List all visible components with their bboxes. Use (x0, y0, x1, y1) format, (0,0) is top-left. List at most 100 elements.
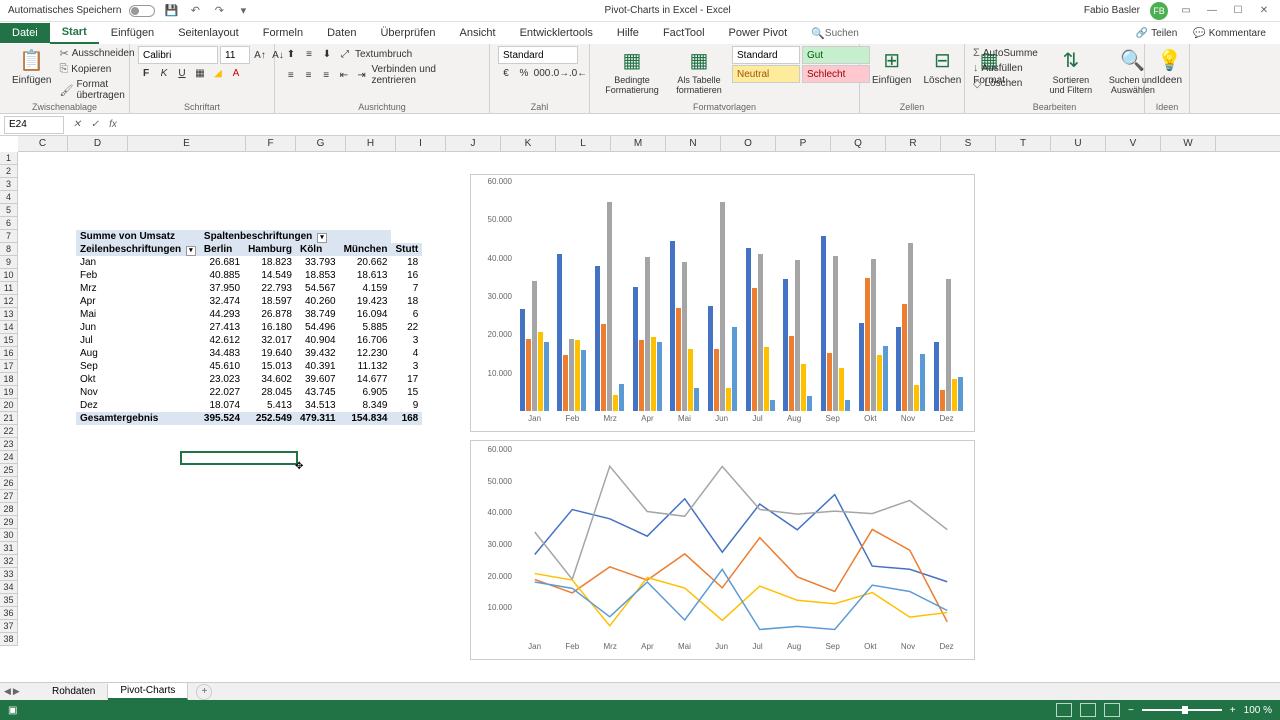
cancel-formula-icon[interactable]: ✕ (68, 116, 86, 134)
bar[interactable] (544, 342, 549, 411)
row-header[interactable]: 14 (0, 321, 18, 334)
align-bottom-icon[interactable]: ⬇ (319, 46, 335, 62)
row-header[interactable]: 37 (0, 620, 18, 633)
row-header[interactable]: 31 (0, 542, 18, 555)
row-header[interactable]: 21 (0, 412, 18, 425)
indent-dec-icon[interactable]: ⇤ (336, 67, 352, 83)
row-header[interactable]: 22 (0, 425, 18, 438)
merge-button[interactable]: Verbinden und zentrieren (371, 63, 481, 87)
pivot-table[interactable]: Summe von UmsatzSpaltenbeschriftungen ▾Z… (76, 230, 422, 425)
bar[interactable] (688, 349, 693, 411)
bar[interactable] (645, 257, 650, 411)
bar[interactable] (613, 395, 618, 411)
line-chart[interactable]: 10.00020.00030.00040.00050.00060.000 Jan… (470, 440, 975, 660)
row-headers[interactable]: 1234567891011121314151617181920212223242… (0, 152, 18, 646)
delete-cells-button[interactable]: ⊟Löschen (919, 46, 965, 88)
bar[interactable] (595, 266, 600, 411)
bar[interactable] (694, 388, 699, 411)
record-macro-icon[interactable]: ▣ (8, 705, 17, 716)
bar[interactable] (871, 259, 876, 411)
undo-icon[interactable]: ↶ (187, 3, 203, 19)
align-left-icon[interactable]: ≡ (283, 67, 299, 83)
bar[interactable] (896, 327, 901, 411)
bar[interactable] (714, 349, 719, 411)
clear-button[interactable]: ◇Löschen (973, 76, 1038, 91)
underline-button[interactable]: U (174, 65, 190, 81)
orientation-icon[interactable]: ⤢ (337, 46, 353, 62)
row-header[interactable]: 3 (0, 178, 18, 191)
maximize-icon[interactable]: ☐ (1230, 3, 1246, 19)
bar[interactable] (764, 347, 769, 411)
column-header[interactable]: V (1106, 136, 1161, 151)
bar[interactable] (676, 308, 681, 411)
tab-data[interactable]: Daten (315, 23, 368, 43)
line-series[interactable] (535, 529, 948, 621)
row-header[interactable]: 15 (0, 334, 18, 347)
bar[interactable] (958, 377, 963, 412)
bar[interactable] (575, 340, 580, 411)
row-header[interactable]: 16 (0, 347, 18, 360)
row-header[interactable]: 36 (0, 607, 18, 620)
bar[interactable] (601, 324, 606, 411)
bar[interactable] (789, 336, 794, 411)
bar[interactable] (902, 304, 907, 412)
sheet-nav-prev-icon[interactable]: ◀ (4, 686, 11, 697)
wrap-text-button[interactable]: Textumbruch (355, 48, 412, 61)
bar[interactable] (633, 287, 638, 411)
close-icon[interactable]: ✕ (1256, 3, 1272, 19)
page-break-view-icon[interactable] (1104, 703, 1120, 717)
row-header[interactable]: 29 (0, 516, 18, 529)
tab-powerpivot[interactable]: Power Pivot (717, 23, 800, 43)
name-box[interactable]: E24 (4, 116, 64, 134)
bar[interactable] (746, 248, 751, 411)
column-header[interactable]: M (611, 136, 666, 151)
tab-developer[interactable]: Entwicklertools (508, 23, 605, 43)
bar[interactable] (732, 327, 737, 411)
italic-button[interactable]: K (156, 65, 172, 81)
bar[interactable] (520, 309, 525, 411)
zoom-out-icon[interactable]: − (1128, 705, 1134, 716)
row-header[interactable]: 20 (0, 399, 18, 412)
indent-inc-icon[interactable]: ⇥ (354, 67, 370, 83)
row-header[interactable]: 38 (0, 633, 18, 646)
sheet-nav-next-icon[interactable]: ▶ (13, 686, 20, 697)
column-header[interactable]: R (886, 136, 941, 151)
bar[interactable] (807, 396, 812, 411)
zoom-in-icon[interactable]: + (1230, 705, 1236, 716)
column-header[interactable]: U (1051, 136, 1106, 151)
bar[interactable] (670, 241, 675, 411)
ideas-button[interactable]: 💡Ideen (1153, 46, 1186, 88)
row-header[interactable]: 6 (0, 217, 18, 230)
font-color-icon[interactable]: A (228, 65, 244, 81)
worksheet-area[interactable]: 1234567891011121314151617181920212223242… (0, 152, 1280, 668)
tab-view[interactable]: Ansicht (447, 23, 507, 43)
percent-icon[interactable]: % (516, 65, 532, 81)
row-header[interactable]: 23 (0, 438, 18, 451)
row-header[interactable]: 33 (0, 568, 18, 581)
bar[interactable] (839, 368, 844, 411)
ribbon-options-icon[interactable]: ▭ (1178, 3, 1194, 19)
sheet-tab-pivot-charts[interactable]: Pivot-Charts (108, 683, 188, 700)
bar[interactable] (563, 355, 568, 411)
font-name-input[interactable]: Calibri (138, 46, 218, 64)
align-middle-icon[interactable]: ≡ (301, 46, 317, 62)
filter-icon[interactable]: ▾ (317, 233, 327, 243)
column-headers[interactable]: CDEFGHIJKLMNOPQRSTUVW (18, 136, 1280, 152)
redo-icon[interactable]: ↷ (211, 3, 227, 19)
column-header[interactable]: Q (831, 136, 886, 151)
conditional-formatting-button[interactable]: ▦Bedingte Formatierung (598, 46, 666, 97)
save-icon[interactable]: 💾 (163, 3, 179, 19)
bar[interactable] (795, 260, 800, 411)
column-header[interactable]: S (941, 136, 996, 151)
tab-review[interactable]: Überprüfen (368, 23, 447, 43)
paste-button[interactable]: 📋Einfügen (8, 46, 55, 88)
qat-customize-icon[interactable]: ▾ (235, 3, 251, 19)
column-header[interactable]: G (296, 136, 346, 151)
bar[interactable] (801, 364, 806, 411)
bold-button[interactable]: F (138, 65, 154, 81)
minimize-icon[interactable]: — (1204, 3, 1220, 19)
bar[interactable] (639, 340, 644, 411)
row-header[interactable]: 2 (0, 165, 18, 178)
tab-start[interactable]: Start (50, 22, 99, 44)
cut-button[interactable]: ✂Ausschneiden (59, 46, 134, 61)
